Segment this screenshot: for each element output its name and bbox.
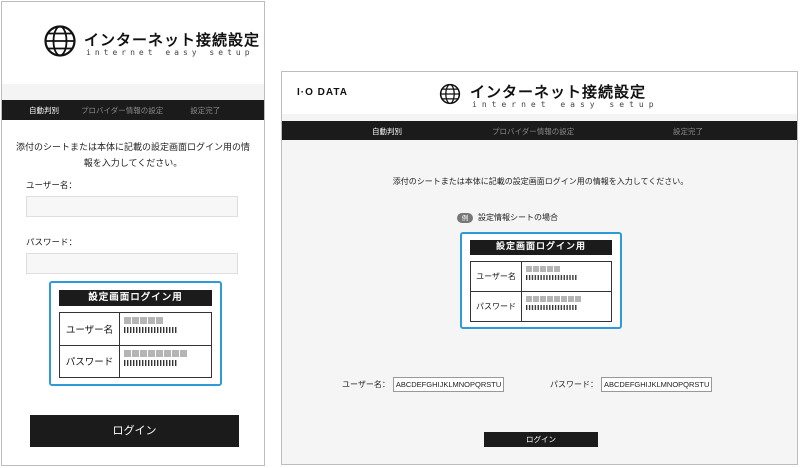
app-subtitle: internet easy setup bbox=[472, 100, 659, 109]
password-label: パスワード： bbox=[550, 380, 598, 389]
sample-sheet-card: 設定画面ログイン用 ユーザー名 パスワード bbox=[460, 232, 622, 329]
stepbar-spacer bbox=[2, 84, 264, 100]
mobile-login-panel: インターネット接続設定 internet easy setup 自動判別 プロバ… bbox=[1, 1, 265, 466]
step-current: 自動判別 bbox=[29, 105, 59, 115]
sample-username-value bbox=[521, 261, 612, 292]
sample-password-value bbox=[521, 291, 612, 322]
example-caption-text: 設定情報シートの場合 bbox=[478, 213, 558, 222]
step-item: プロバイダー情報の設定 bbox=[81, 105, 164, 115]
password-input[interactable] bbox=[26, 253, 238, 274]
step-item: 設定完了 bbox=[190, 105, 221, 115]
username-label: ユーザー名： bbox=[26, 181, 77, 191]
username-label: ユーザー名： bbox=[342, 380, 390, 389]
barcode-icon bbox=[124, 359, 178, 366]
step-indicator: 自動判別 プロバイダー情報の設定 設定完了 bbox=[282, 121, 797, 140]
step-item: プロバイダー情報の設定 bbox=[492, 127, 575, 136]
sample-username-label: ユーザー名 bbox=[470, 261, 522, 292]
app-subtitle: internet easy setup bbox=[86, 48, 254, 57]
sample-password-value bbox=[119, 344, 212, 378]
sample-password-label: パスワード bbox=[470, 291, 522, 322]
sample-card-header: 設定画面ログイン用 bbox=[470, 240, 612, 255]
barcode-icon bbox=[526, 305, 578, 310]
step-item: 設定完了 bbox=[673, 127, 703, 136]
sample-password-label: パスワード bbox=[59, 344, 120, 378]
username-input[interactable]: ABCDEFGHIJKLMNOPQRSTU bbox=[392, 377, 505, 392]
globe-icon bbox=[439, 83, 461, 109]
desktop-login-panel: I·O DATA インターネット接続設定 internet easy setup… bbox=[281, 71, 798, 465]
sample-card-header: 設定画面ログイン用 bbox=[59, 290, 212, 306]
step-indicator: 自動判別 プロバイダー情報の設定 設定完了 bbox=[2, 100, 264, 120]
password-input[interactable]: ABCDEFGHIJKLMNOPQRSTU bbox=[601, 377, 713, 392]
username-row: ユーザー名： ABCDEFGHIJKLMNOPQRSTU bbox=[342, 377, 505, 392]
password-row: パスワード： ABCDEFGHIJKLMNOPQRSTU bbox=[550, 377, 713, 392]
masked-text bbox=[526, 266, 611, 272]
sample-username-label: ユーザー名 bbox=[59, 312, 120, 346]
mobile-header: インターネット接続設定 internet easy setup bbox=[2, 2, 264, 84]
barcode-icon bbox=[526, 275, 578, 280]
sample-username-value bbox=[119, 312, 212, 346]
instruction-text: 添付のシートまたは本体に記載の設定画面ログイン用の情報を入力してください。 bbox=[392, 177, 689, 186]
masked-text bbox=[124, 317, 211, 324]
globe-icon bbox=[43, 24, 77, 62]
instruction-text: 添付のシートまたは本体に記載の設定画面ログイン用の情報を入力してください。 bbox=[15, 143, 250, 169]
sample-card-table: ユーザー名 パスワード bbox=[470, 261, 612, 322]
password-label: パスワード： bbox=[26, 238, 78, 248]
sample-sheet-card: 設定画面ログイン用 ユーザー名 パスワード bbox=[49, 281, 222, 386]
masked-text bbox=[526, 296, 611, 302]
barcode-icon bbox=[124, 327, 178, 333]
example-badge: 例 bbox=[457, 212, 473, 223]
login-button[interactable]: ログイン bbox=[484, 432, 598, 447]
desktop-header: I·O DATA インターネット接続設定 internet easy setup bbox=[282, 72, 797, 114]
app-title: インターネット接続設定 bbox=[470, 83, 647, 101]
stepbar-spacer bbox=[282, 114, 797, 121]
masked-text bbox=[124, 349, 211, 357]
company-logo: I·O DATA bbox=[297, 87, 348, 98]
login-button[interactable]: ログイン bbox=[30, 415, 239, 447]
example-caption: 例 設定情報シートの場合 bbox=[457, 212, 558, 223]
username-input[interactable] bbox=[26, 196, 238, 217]
step-current: 自動判別 bbox=[372, 127, 402, 136]
app-title: インターネット接続設定 bbox=[84, 31, 261, 49]
sample-card-table: ユーザー名 パスワード bbox=[59, 312, 212, 378]
